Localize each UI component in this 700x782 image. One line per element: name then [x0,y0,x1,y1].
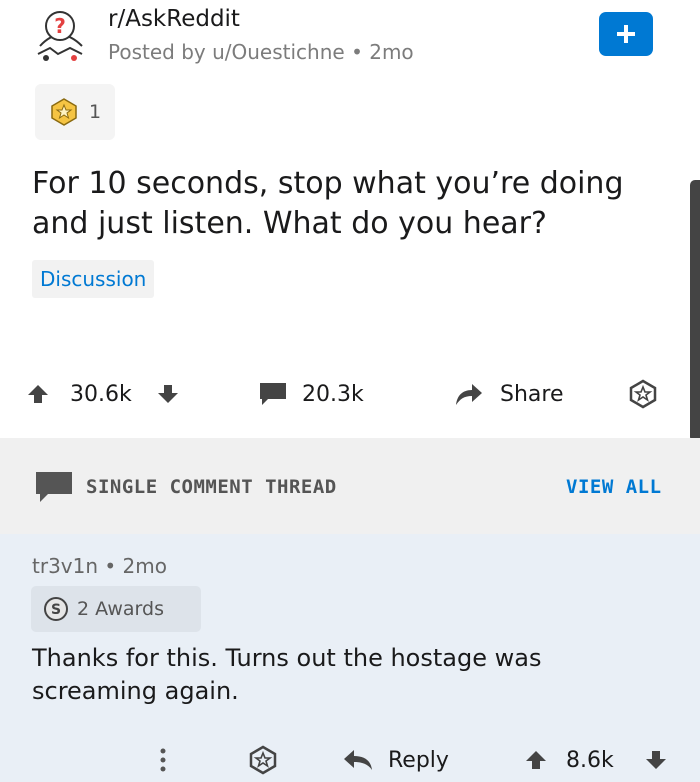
upvote-arrow-icon [526,751,546,769]
comment-bubble-icon [260,383,286,405]
scrollbar-thumb[interactable] [690,180,700,442]
meta-separator: • [351,40,370,64]
award-badge-icon [51,98,77,126]
comment: tr3v1n • 2mo S 2 Awards Thanks for this.… [0,534,700,782]
downvote-arrow-icon [646,751,666,769]
comment-body: Thanks for this. Turns out the hostage w… [32,644,542,705]
post-age: 2mo [369,40,414,64]
reply-button[interactable]: Reply [342,738,449,782]
subreddit-avatar-icon[interactable]: ? [30,6,90,66]
reply-arrow-icon [344,750,372,770]
post-action-bar: 30.6k 20.3k Share [0,372,700,416]
more-options-button[interactable] [158,738,168,782]
post-score: 30.6k [70,381,132,407]
award-count: 1 [89,101,102,123]
post-share-button[interactable]: Share [454,372,564,416]
reply-label: Reply [388,747,449,773]
plus-icon [617,25,635,43]
share-label: Share [500,381,564,407]
post-award-button[interactable] [628,372,658,416]
comment-awards-chip[interactable]: S 2 Awards [31,586,201,632]
post-title[interactable]: For 10 seconds, stop what you’re doing a… [32,164,672,244]
subreddit-name[interactable]: r/AskReddit [108,6,240,32]
post-comment-count: 20.3k [302,381,364,407]
join-button[interactable] [599,12,653,56]
single-thread-bar: SINGLE COMMENT THREAD VIEW ALL [0,438,700,534]
comment-upvote-button[interactable] [524,738,548,782]
svg-text:?: ? [54,14,66,38]
post-comments-button[interactable]: 20.3k [258,372,364,416]
award-outline-icon [629,379,657,409]
posted-by-label[interactable]: Posted by u/Ouestichne [108,40,345,64]
comment-score: 8.6k [566,747,614,773]
comment-age: 2mo [122,554,167,578]
comment-action-bar: Reply 8.6k [0,738,700,782]
comment-bubble-icon [36,472,72,502]
meta-separator: • [104,554,123,578]
post-card: ? r/AskReddit Posted by u/Ouestichne • 2… [0,0,700,438]
share-arrow-icon [456,384,482,405]
post-meta: Posted by u/Ouestichne • 2mo [108,40,414,64]
svg-text:S: S [51,602,61,618]
silver-award-icon: S [44,597,68,621]
comment-award-button[interactable] [248,738,278,782]
comment-awards-label: 2 Awards [77,598,164,620]
upvote-arrow-icon [28,385,48,403]
downvote-arrow-icon [158,385,178,403]
post-downvote-button[interactable] [156,372,180,416]
view-all-link[interactable]: VIEW ALL [566,476,662,498]
post-flair[interactable]: Discussion [32,260,155,298]
comment-downvote-button[interactable] [644,738,668,782]
single-thread-label: SINGLE COMMENT THREAD [86,476,337,498]
post-upvote-button[interactable] [26,372,50,416]
comment-meta: tr3v1n • 2mo [32,554,167,578]
comment-author[interactable]: tr3v1n [32,554,98,578]
award-outline-icon [249,745,277,775]
more-dots-icon [160,748,166,772]
post-award-chip[interactable]: 1 [35,84,115,140]
